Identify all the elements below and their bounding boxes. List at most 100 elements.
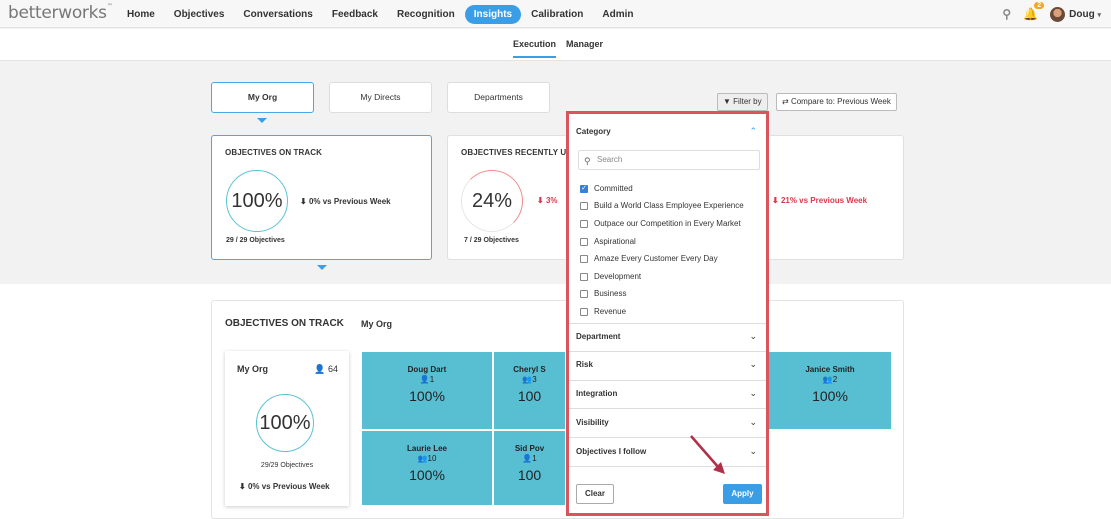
search-icon: ⚲ (584, 156, 591, 166)
progress-ring: 24% (461, 170, 523, 232)
arrow-down-icon: ⬇ (772, 196, 779, 205)
filter-by-button[interactable]: ▼ Filter by (717, 93, 768, 111)
progress-ring: 100% (226, 170, 288, 232)
checkbox[interactable] (580, 254, 588, 263)
bell-icon[interactable]: 🔔 2 (1023, 2, 1045, 21)
top-right-controls: ⚲ 🔔 2 Doug ▾ (1002, 0, 1101, 28)
compare-button[interactable]: ⇄ Compare to: Previous Week (776, 93, 897, 111)
objective-count: 7 / 29 Objectives (464, 237, 519, 244)
tab-manager[interactable]: Manager (566, 39, 603, 49)
card-objectives-on-track[interactable]: OBJECTIVES ON TRACK 100% ⬇ 0% vs Previou… (211, 135, 432, 260)
category-option[interactable]: Outpace our Competition in Every Market (580, 219, 741, 228)
team-tile[interactable]: Cheryl S 👥3 100 (493, 351, 566, 430)
objective-count: 29/29 Objectives (260, 462, 314, 469)
team-size-value: 1 (429, 375, 435, 384)
ring-value: 24% (471, 189, 513, 212)
objectives-i-follow-header[interactable]: Objectives I follow (576, 447, 646, 456)
scope-tab-departments[interactable]: Departments (447, 82, 550, 113)
avatar (1050, 6, 1066, 22)
search-placeholder: Search (597, 155, 623, 164)
nav-objectives[interactable]: Objectives (165, 5, 234, 24)
chevron-down-icon[interactable]: ⌄ (749, 388, 757, 399)
team-value: 100% (812, 388, 848, 404)
checkbox[interactable] (580, 201, 588, 210)
nav-insights[interactable]: Insights (464, 4, 522, 24)
department-header[interactable]: Department (576, 332, 620, 341)
chevron-down-icon[interactable]: ⌄ (749, 331, 757, 342)
team-size: 👥2 (769, 375, 891, 384)
compare-label: Compare to: Previous Week (790, 97, 891, 106)
category-option[interactable]: Build a World Class Employee Experience (580, 201, 744, 210)
divider (569, 380, 766, 381)
checkbox[interactable] (580, 219, 588, 228)
team-tile[interactable]: Laurie Lee 👥10 100% (361, 430, 493, 506)
team-size-value: 1 (532, 454, 537, 463)
user-menu[interactable]: Doug ▾ (1050, 6, 1101, 22)
option-label: Business (594, 289, 627, 298)
chevron-down-icon[interactable]: ⌄ (749, 359, 757, 370)
checkbox[interactable] (580, 237, 588, 246)
checkbox-checked[interactable]: ✓ (580, 184, 588, 193)
category-option[interactable]: Amaze Every Customer Every Day (580, 254, 718, 263)
card-title: OBJECTIVES RECENTLY U (461, 148, 567, 157)
tab-execution[interactable]: Execution (513, 39, 557, 58)
option-label: Build a World Class Employee Experience (594, 201, 744, 210)
nav-items: Home Objectives Conversations Feedback R… (118, 0, 643, 28)
swap-icon: ⇄ (782, 97, 789, 106)
apply-button[interactable]: Apply (723, 484, 762, 504)
category-option[interactable]: Development (580, 272, 641, 281)
category-search-input[interactable]: ⚲ Search (578, 150, 760, 170)
category-option[interactable]: Aspirational (580, 237, 636, 246)
logo[interactable]: betterworks™ (8, 3, 113, 23)
divider (569, 323, 766, 324)
person-icon: 👤 (522, 454, 533, 463)
clear-button[interactable]: Clear (576, 484, 614, 504)
nav-home[interactable]: Home (118, 5, 164, 24)
org-summary-box[interactable]: My Org 👤 64 100% 29/29 Objectives ⬇ 0% v… (225, 351, 349, 506)
team-size-value: 3 (532, 375, 537, 384)
divider (569, 351, 766, 352)
chevron-down-icon[interactable]: ⌄ (749, 417, 757, 428)
chevron-up-icon[interactable]: ⌃ (749, 126, 757, 137)
team-tile[interactable]: Sid Pov 👤1 100 (493, 430, 566, 506)
team-member-name: Doug Dart (407, 365, 447, 374)
category-header[interactable]: Category (576, 127, 611, 136)
chevron-down-icon[interactable]: ⌄ (749, 446, 757, 457)
nav-admin[interactable]: Admin (593, 5, 642, 24)
team-member-name: Janice Smith (805, 365, 855, 374)
category-option[interactable]: Business (580, 289, 626, 298)
checkbox[interactable] (580, 272, 588, 281)
team-member-name: Cheryl S (513, 365, 546, 374)
nav-calibration[interactable]: Calibration (522, 5, 592, 24)
filter-by-label: Filter by (733, 97, 762, 106)
checkbox[interactable] (580, 289, 588, 298)
team-size: 👤1 (494, 454, 565, 463)
visibility-header[interactable]: Visibility (576, 418, 609, 427)
search-icon[interactable]: ⚲ (1002, 7, 1011, 21)
category-option[interactable]: ✓ Committed (580, 184, 633, 193)
team-member-name: Sid Pov (514, 444, 545, 453)
funnel-icon: ▼ (723, 97, 731, 106)
caret-down-icon (317, 265, 327, 270)
scope-tab-my-directs[interactable]: My Directs (329, 82, 432, 113)
card-title: OBJECTIVES ON TRACK (225, 148, 323, 157)
nav-recognition[interactable]: Recognition (388, 5, 464, 24)
delta-text: ⬇ 3% (537, 196, 558, 205)
scope-tab-my-org[interactable]: My Org (211, 82, 314, 113)
delta-text: ⬇ 0% vs Previous Week (239, 482, 330, 491)
card-objectives-recently-updated[interactable]: OBJECTIVES RECENTLY U 24% ⬇ 3% 7 / 29 Ob… (447, 135, 567, 260)
card-third-metric[interactable]: ⬇ 21% vs Previous Week (768, 135, 904, 260)
delta-value: 21% vs Previous Week (780, 196, 868, 205)
nav-feedback[interactable]: Feedback (323, 5, 387, 24)
risk-header[interactable]: Risk (576, 360, 593, 369)
team-tile[interactable]: Janice Smith 👥2 100% (768, 351, 892, 430)
integration-header[interactable]: Integration (576, 389, 617, 398)
option-label: Development (594, 272, 642, 281)
team-value: 100 (517, 388, 542, 404)
category-option[interactable]: Revenue (580, 307, 626, 316)
team-tile[interactable]: Doug Dart 👤1 100% (361, 351, 493, 430)
option-label: Committed (594, 184, 633, 193)
checkbox[interactable] (580, 307, 588, 316)
nav-conversations[interactable]: Conversations (234, 5, 321, 24)
divider (569, 437, 766, 438)
